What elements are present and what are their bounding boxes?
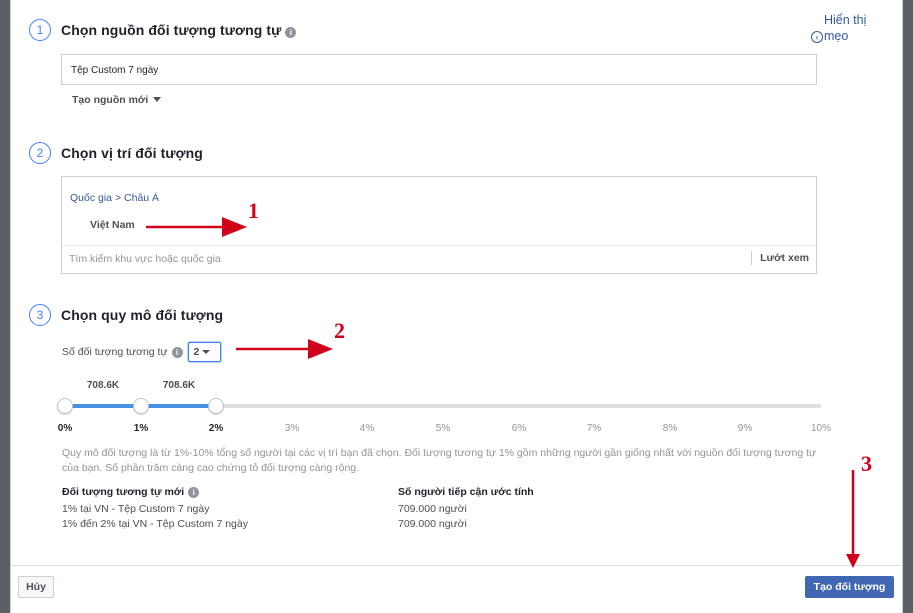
segment-size-label: 708.6K [162,380,196,391]
header-audience: Đối tượng tương tự mới i [62,486,398,502]
row-reach: 709.000 người [398,502,467,515]
info-icon[interactable]: i [171,346,183,358]
cancel-button[interactable]: Hủy [18,576,54,598]
step-location: 2 Chọn vị trí đối tượng [29,142,203,164]
step-number: 3 [29,304,51,326]
audience-size-description: Quy mô đối tượng là từ 1%-10% tổng số ng… [62,447,817,474]
slider-handle[interactable] [57,398,73,414]
slider-tick-label: 4% [359,423,375,434]
slider-tick-label: 8% [662,423,678,434]
slider-handle[interactable] [208,398,224,414]
tips-label-line1: Hiển thị [824,13,867,27]
step-number: 2 [29,142,51,164]
selected-location[interactable]: Việt Nam [90,219,135,231]
source-value: Tệp Custom 7 ngày [71,65,159,76]
slider-tick-label: 9% [737,423,753,434]
slider-tick-label: 6% [511,423,527,434]
audience-count-label: Số đối tượng tương tự [62,346,168,358]
segment-size-label: 708.6K [86,380,120,391]
slider-tick-label: 5% [435,423,451,434]
step-title: Chọn vị trí đối tượng [61,145,203,161]
slider-handle[interactable] [133,398,149,414]
show-tips-link[interactable]: Hiển thị ‹ mẹo [811,12,891,44]
location-search: Lướt xem [62,245,816,273]
breadcrumb-region[interactable]: Châu Á [124,192,159,204]
header-reach: Số người tiếp cận ước tính [398,486,534,498]
chevron-left-icon: ‹ [811,31,823,43]
breadcrumb: Quốc gia > Châu Á [70,192,159,204]
new-audience-table: Đối tượng tương tự mới i Số người tiếp cậ… [62,486,562,534]
row-audience: 1% tại VN - Tệp Custom 7 ngày [62,502,210,515]
step-title-text: Chọn nguồn đối tượng tương tự [61,22,282,38]
slider-tick-label: 2% [208,423,224,434]
step-title: Chọn nguồn đối tượng tương tự i [61,22,297,38]
create-audience-button[interactable]: Tạo đối tượng [805,576,894,598]
slider-tick-label: 3% [284,423,300,434]
caret-down-icon [202,350,211,354]
step-source: 1 Chọn nguồn đối tượng tương tự i [29,19,297,41]
audience-count-row: Số đối tượng tương tự i 2 [62,342,221,362]
step-title: Chọn quy mô đối tượng [61,307,224,323]
dialog-footer: Hủy Tạo đối tượng [11,565,902,613]
audience-count-value: 2 [193,346,200,358]
slider-tick-label: 7% [586,423,602,434]
table-row: 1% tại VN - Tệp Custom 7 ngày 709.000 ng… [62,503,562,519]
info-icon[interactable]: i [188,487,200,498]
browse-button[interactable]: Lướt xem [751,251,809,265]
row-audience: 1% đến 2% tại VN - Tệp Custom 7 ngày [62,518,248,530]
slider-tick-label: 0% [57,423,73,434]
breadcrumb-country[interactable]: Quốc gia [70,192,112,204]
annotation-number-1: 1 [248,198,259,223]
create-new-source-dropdown[interactable]: Tạo nguồn mới [72,94,162,106]
source-input[interactable]: Tệp Custom 7 ngày [61,54,817,85]
row-reach: 709.000 người [398,518,467,530]
annotation-number-3: 3 [861,451,872,476]
lookalike-dialog: 1 Chọn nguồn đối tượng tương tự i Hiển th… [10,0,903,613]
annotation-number-2: 2 [334,318,345,343]
location-box: Quốc gia > Châu Á Việt Nam Lướt xem [61,176,817,274]
slider-tick-label: 10% [810,423,832,434]
breadcrumb-separator: > [114,192,122,204]
table-header: Đối tượng tương tự mới i Số người tiếp cậ… [62,486,562,502]
step-number: 1 [29,19,51,41]
tips-label-line2: mẹo [824,29,849,43]
create-new-source-label: Tạo nguồn mới [72,94,149,106]
audience-size-slider[interactable]: 0% 1% 2% 3% 4% 5% 6% 7% 8% 9% 10% 708.6K 708.6K [57,380,831,440]
audience-count-select[interactable]: 2 [187,342,221,362]
caret-down-icon [153,97,162,102]
slider-tick-label: 1% [133,423,149,434]
step-audience-size: 3 Chọn quy mô đối tượng [29,304,223,326]
header-audience-label: Đối tượng tương tự mới [62,486,185,498]
location-search-input[interactable] [69,253,669,265]
info-icon[interactable]: i [285,27,297,38]
table-row: 1% đến 2% tại VN - Tệp Custom 7 ngày 709… [62,518,562,534]
